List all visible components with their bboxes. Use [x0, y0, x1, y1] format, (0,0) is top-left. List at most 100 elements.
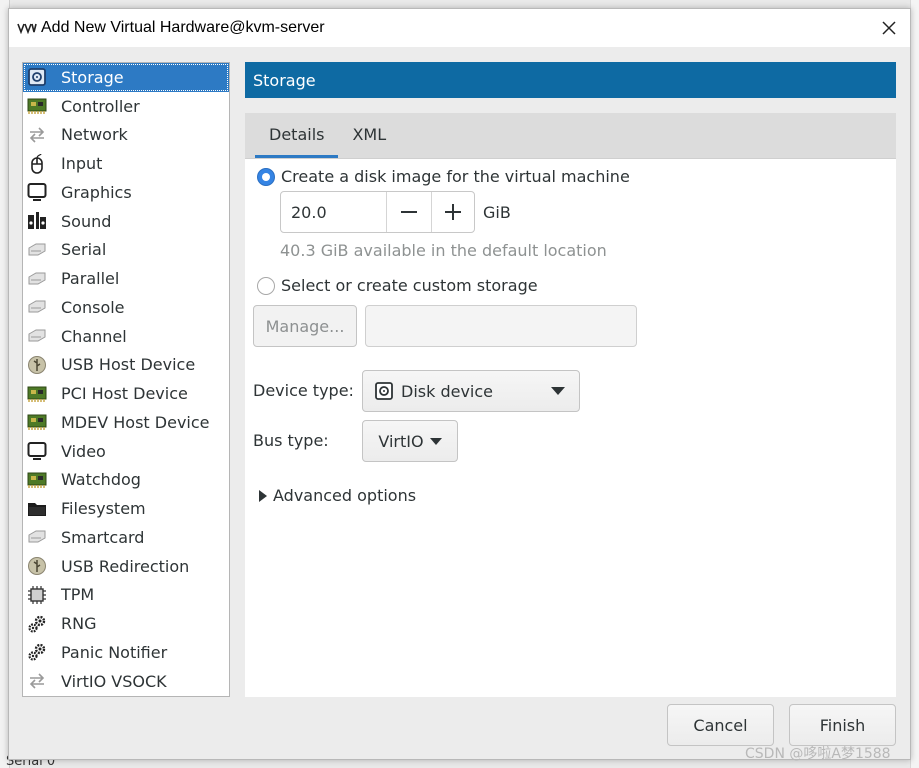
sidebar-item-storage[interactable]: Storage — [23, 63, 229, 92]
sidebar-item-controller[interactable]: Controller — [23, 92, 229, 121]
network-arrows-icon — [27, 125, 47, 145]
manage-button[interactable]: Manage... — [253, 305, 357, 347]
sidebar-item-label: Serial — [61, 240, 107, 260]
device-type-dropdown[interactable]: Disk device — [362, 370, 580, 412]
sidebar-item-usb-host-device[interactable]: USB Host Device — [23, 351, 229, 380]
sidebar-item-console[interactable]: Console — [23, 293, 229, 322]
section-header: Storage — [245, 62, 896, 98]
sidebar-item-smartcard[interactable]: Smartcard — [23, 523, 229, 552]
sound-icon — [27, 211, 47, 231]
minus-icon — [400, 211, 417, 213]
sidebar-item-panic-notifier[interactable]: Panic Notifier — [23, 638, 229, 667]
sidebar-item-input[interactable]: Input — [23, 149, 229, 178]
increase-size-button[interactable] — [430, 192, 475, 232]
bus-type-dropdown[interactable]: VirtIO — [362, 420, 458, 462]
details-panel: Create a disk image for the virtual mach… — [245, 159, 896, 697]
sidebar-item-mdev-host-device[interactable]: MDEV Host Device — [23, 408, 229, 437]
port-icon — [27, 326, 47, 346]
monitor-icon — [27, 182, 47, 202]
sidebar-item-label: VirtIO VSOCK — [61, 671, 167, 691]
sidebar-item-watchdog[interactable]: Watchdog — [23, 466, 229, 495]
sidebar-item-label: PCI Host Device — [61, 384, 188, 404]
sidebar-item-label: Storage — [61, 67, 124, 87]
sidebar-item-serial[interactable]: Serial — [23, 236, 229, 265]
create-disk-radio-label: Create a disk image for the virtual mach… — [281, 167, 630, 186]
pci-card-icon — [27, 96, 47, 116]
tab-xml[interactable]: XML — [338, 113, 400, 158]
sidebar-item-label: Filesystem — [61, 499, 146, 519]
chevron-right-icon — [259, 489, 267, 502]
finish-button-label: Finish — [819, 715, 866, 735]
chevron-down-icon — [429, 437, 442, 445]
sidebar-item-label: Controller — [61, 96, 140, 116]
sidebar-item-virtio-vsock[interactable]: VirtIO VSOCK — [23, 667, 229, 696]
advanced-options-label: Advanced options — [273, 486, 417, 505]
sidebar-item-label: Sound — [61, 211, 112, 231]
custom-storage-path-input[interactable] — [365, 305, 637, 347]
tab-bar: Details XML — [245, 113, 896, 159]
sidebar-item-label: Console — [61, 297, 125, 317]
watermark-text: CSDN @哆啦A梦1588 — [745, 746, 891, 762]
pci-card-icon — [27, 384, 47, 404]
custom-storage-radio[interactable] — [257, 276, 275, 295]
sidebar-item-label: Graphics — [61, 182, 132, 202]
bus-type-label: Bus type: — [253, 431, 329, 450]
device-type-value: Disk device — [401, 381, 494, 401]
sidebar-item-filesystem[interactable]: Filesystem — [23, 494, 229, 523]
usb-icon — [27, 355, 47, 375]
sidebar-item-label: RNG — [61, 614, 97, 634]
sidebar-item-channel[interactable]: Channel — [23, 322, 229, 351]
title-bar: Add New Virtual Hardware@kvm-server — [9, 9, 910, 47]
tab-details[interactable]: Details — [255, 113, 339, 158]
advanced-options-expander[interactable]: Advanced options — [259, 486, 416, 505]
size-unit-label: GiB — [483, 203, 511, 222]
network-arrows-icon — [27, 671, 47, 691]
sidebar-item-label: Channel — [61, 326, 127, 346]
sidebar-item-network[interactable]: Network — [23, 121, 229, 150]
close-icon — [882, 21, 896, 35]
port-icon — [27, 297, 47, 317]
manage-button-label: Manage... — [265, 316, 345, 336]
sidebar-item-rng[interactable]: RNG — [23, 609, 229, 638]
plus-icon — [444, 204, 461, 220]
usb-icon — [27, 556, 47, 576]
sidebar-item-label: Parallel — [61, 269, 120, 289]
port-icon — [27, 527, 47, 547]
chip-icon — [27, 585, 47, 605]
sidebar-item-sound[interactable]: Sound — [23, 207, 229, 236]
window-title: Add New Virtual Hardware@kvm-server — [41, 19, 325, 36]
available-space-text: 40.3 GiB available in the default locati… — [280, 241, 607, 260]
sidebar-item-pci-host-device[interactable]: PCI Host Device — [23, 379, 229, 408]
sidebar-item-parallel[interactable]: Parallel — [23, 264, 229, 293]
sidebar-item-video[interactable]: Video — [23, 437, 229, 466]
background-window-edge-right — [910, 0, 919, 768]
sidebar-item-usb-redirection[interactable]: USB Redirection — [23, 552, 229, 581]
create-disk-radio[interactable] — [257, 167, 275, 186]
gears-icon — [27, 614, 47, 634]
sidebar-item-label: Video — [61, 441, 106, 461]
bus-type-value: VirtIO — [378, 431, 424, 451]
disk-size-spinner — [280, 191, 475, 233]
section-title: Storage — [253, 70, 316, 90]
pci-card-icon — [27, 470, 47, 490]
hardware-type-list[interactable]: Storage Controller Network Input Graphics Sou… — [22, 62, 230, 697]
create-disk-radio-option[interactable]: Create a disk image for the virtual mach… — [257, 167, 630, 186]
sidebar-item-label: Panic Notifier — [61, 642, 168, 662]
virt-manager-icon — [17, 21, 37, 35]
monitor-icon — [27, 441, 47, 461]
decrease-size-button[interactable] — [387, 192, 431, 232]
disk-size-input[interactable] — [281, 192, 387, 232]
sidebar-item-tpm[interactable]: TPM — [23, 581, 229, 610]
disk-icon — [27, 67, 47, 87]
cancel-button-label: Cancel — [693, 715, 748, 735]
custom-storage-radio-option[interactable]: Select or create custom storage — [257, 276, 538, 295]
sidebar-item-label: Watchdog — [61, 470, 141, 490]
tab-xml-label: XML — [352, 124, 387, 144]
sidebar-item-graphics[interactable]: Graphics — [23, 178, 229, 207]
close-button[interactable] — [874, 13, 904, 43]
sidebar-item-label: USB Redirection — [61, 556, 190, 576]
pci-card-icon — [27, 412, 47, 432]
cancel-button[interactable]: Cancel — [667, 704, 774, 746]
sidebar-item-label: Network — [61, 125, 128, 145]
finish-button[interactable]: Finish — [789, 704, 896, 746]
